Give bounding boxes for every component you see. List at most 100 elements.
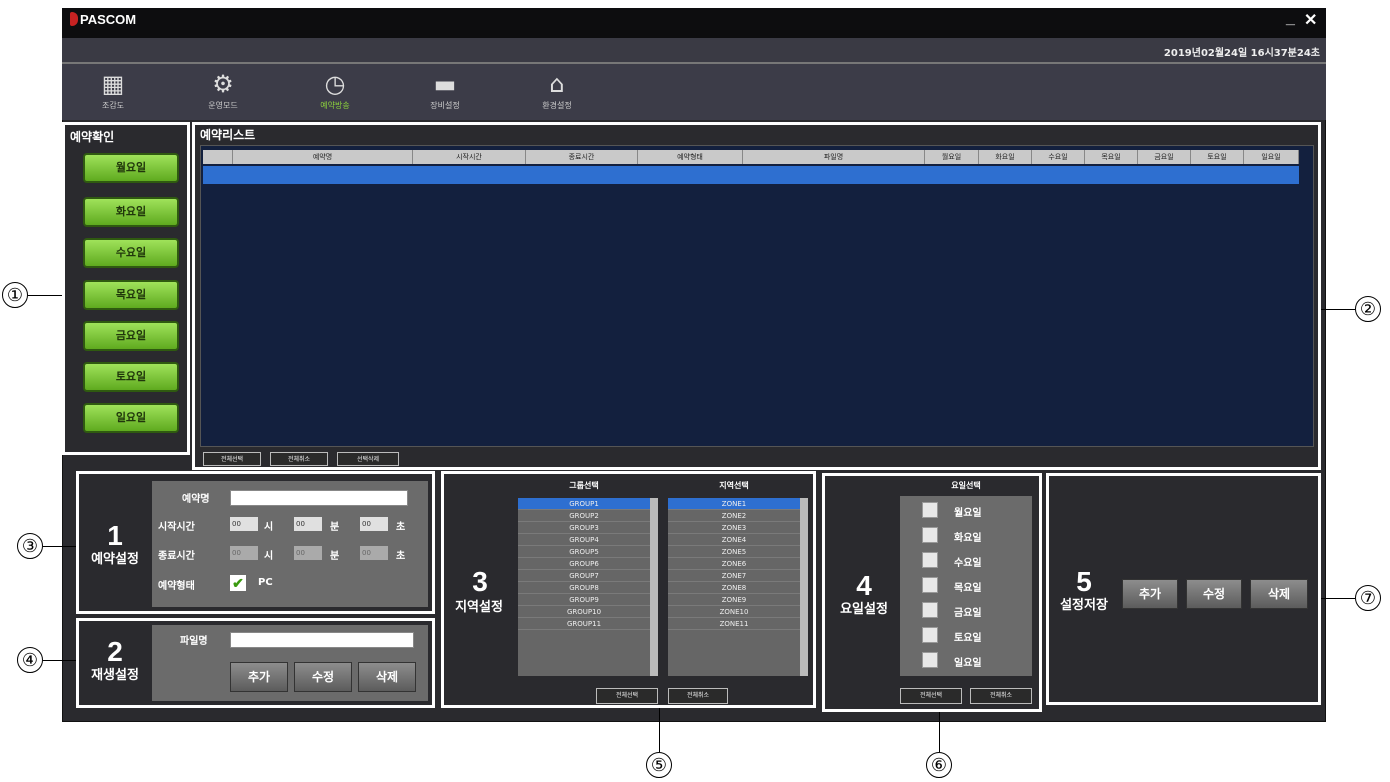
close-button[interactable]: ✕	[1304, 10, 1317, 30]
day-checkbox[interactable]	[922, 527, 938, 543]
select-all-button[interactable]: 전체선택	[203, 452, 261, 466]
group-list-item[interactable]: GROUP8	[518, 582, 650, 594]
end-min-select[interactable]: 00	[294, 546, 322, 560]
day-button-mon[interactable]: 월요일	[83, 153, 179, 183]
table-header[interactable]: 목요일	[1085, 150, 1138, 164]
day-checkbox-label: 수요일	[954, 558, 982, 569]
day-cancel-all-button[interactable]: 전체취소	[970, 688, 1032, 704]
zone-list-item[interactable]: ZONE5	[668, 546, 800, 558]
reserve-name-label: 예약명	[182, 494, 210, 505]
day-checkbox-label: 금요일	[954, 608, 982, 619]
group-list-item[interactable]: GROUP7	[518, 570, 650, 582]
save-add-button[interactable]: 추가	[1122, 579, 1178, 609]
group-list-item[interactable]: GROUP6	[518, 558, 650, 570]
zone-list-item[interactable]: ZONE3	[668, 522, 800, 534]
zone-list-item[interactable]: ZONE8	[668, 582, 800, 594]
toolbar-item-overview[interactable]: ▦ 조감도	[68, 66, 158, 118]
day-checkbox[interactable]	[922, 577, 938, 593]
group-list-item[interactable]: GROUP10	[518, 606, 650, 618]
file-name-input[interactable]	[230, 632, 414, 648]
zone-list-item[interactable]: ZONE1	[668, 498, 800, 510]
table-header[interactable]: 시작시간	[413, 150, 526, 164]
zone-list-item[interactable]: ZONE6	[668, 558, 800, 570]
zone-cancel-all-button[interactable]: 전체취소	[668, 688, 728, 704]
table-header[interactable]: 예약명	[233, 150, 413, 164]
table-header[interactable]: 화요일	[979, 150, 1032, 164]
callout-2: ②	[1355, 296, 1381, 322]
zone-select-all-button[interactable]: 전체선택	[596, 688, 658, 704]
zone-list-item[interactable]: ZONE2	[668, 510, 800, 522]
group-list-item[interactable]: GROUP1	[518, 498, 650, 510]
sec-unit: 초	[396, 551, 406, 562]
toolbar-item-environment[interactable]: ⌂ 환경설정	[512, 66, 602, 118]
zone-list-item[interactable]: ZONE7	[668, 570, 800, 582]
day-checkbox[interactable]	[922, 652, 938, 668]
table-header[interactable]: 종료시간	[526, 150, 638, 164]
day-select-all-button[interactable]: 전체선택	[900, 688, 962, 704]
save-delete-button[interactable]: 삭제	[1250, 579, 1308, 609]
group-list-item[interactable]: GROUP5	[518, 546, 650, 558]
day-button-sun[interactable]: 일요일	[83, 403, 179, 433]
delete-selected-button[interactable]: 선택삭제	[337, 452, 399, 466]
computer-icon: ▬	[433, 70, 457, 98]
day-checkbox[interactable]	[922, 602, 938, 618]
group-list-item[interactable]: GROUP2	[518, 510, 650, 522]
end-hour-select[interactable]: 00	[230, 546, 258, 560]
reserve-list-table[interactable]	[200, 145, 1314, 447]
day-checkbox[interactable]	[922, 627, 938, 643]
day-button-tue[interactable]: 화요일	[83, 197, 179, 227]
start-hour-select[interactable]: 00	[230, 517, 258, 531]
day-button-sat[interactable]: 토요일	[83, 362, 179, 392]
toolbar-label: 조감도	[101, 101, 125, 110]
save-edit-button[interactable]: 수정	[1186, 579, 1242, 609]
zone-list[interactable]: ZONE1 ZONE2 ZONE3 ZONE4 ZONE5 ZONE6 ZONE7 ZONE8…	[668, 498, 800, 676]
group-list[interactable]: GROUP1 GROUP2 GROUP3 GROUP4 GROUP5 GROUP6 GROU…	[518, 498, 650, 676]
hour-unit: 시	[264, 522, 274, 533]
table-header[interactable]: 일요일	[1244, 150, 1299, 164]
table-header[interactable]: 토요일	[1191, 150, 1244, 164]
day-checkbox[interactable]	[922, 502, 938, 518]
group-list-item[interactable]: GROUP9	[518, 594, 650, 606]
table-header[interactable]: 수요일	[1032, 150, 1085, 164]
zone-list-item[interactable]: ZONE11	[668, 618, 800, 630]
group-list-item[interactable]: GROUP11	[518, 618, 650, 630]
add-button[interactable]: 추가	[230, 662, 288, 692]
delete-button[interactable]: 삭제	[358, 662, 416, 692]
toolbar-item-operation[interactable]: ⚙ 운영모드	[178, 66, 268, 118]
toolbar-item-reservation[interactable]: ◷ 예약방송	[290, 66, 380, 118]
start-min-select[interactable]: 00	[294, 517, 322, 531]
group-list-item[interactable]: GROUP4	[518, 534, 650, 546]
zone-list-item[interactable]: ZONE9	[668, 594, 800, 606]
day-checkbox-label: 화요일	[954, 533, 982, 544]
edit-button[interactable]: 수정	[294, 662, 352, 692]
zone-list-item[interactable]: ZONE10	[668, 606, 800, 618]
min-unit: 분	[330, 522, 340, 533]
table-row-selected[interactable]	[203, 166, 1299, 184]
zone-scrollbar[interactable]	[800, 498, 808, 676]
table-header[interactable]: 금요일	[1138, 150, 1191, 164]
toolbar-item-device[interactable]: ▬ 장비설정	[400, 66, 490, 118]
callout-line	[659, 708, 660, 752]
day-checkbox-label: 일요일	[954, 658, 982, 669]
section-title: 설정저장	[1060, 598, 1108, 613]
start-sec-select[interactable]: 00	[360, 517, 388, 531]
group-scrollbar[interactable]	[650, 498, 658, 676]
minimize-button[interactable]: _	[1286, 10, 1295, 28]
end-sec-select[interactable]: 00	[360, 546, 388, 560]
building-icon: ▦	[101, 70, 125, 98]
day-button-wed[interactable]: 수요일	[83, 238, 179, 268]
table-header[interactable]: 월요일	[925, 150, 979, 164]
reserve-type-value: PC	[258, 577, 273, 588]
callout-6: ⑥	[926, 752, 952, 778]
day-button-fri[interactable]: 금요일	[83, 321, 179, 351]
cancel-all-button[interactable]: 전체취소	[270, 452, 328, 466]
group-list-item[interactable]: GROUP3	[518, 522, 650, 534]
zone-list-item[interactable]: ZONE4	[668, 534, 800, 546]
day-button-thu[interactable]: 목요일	[83, 280, 179, 310]
pc-checkbox-icon[interactable]: ✔	[230, 575, 246, 591]
table-header[interactable]: 예약형태	[638, 150, 743, 164]
section-title: 지역설정	[455, 600, 503, 615]
reserve-name-input[interactable]	[230, 490, 408, 506]
day-checkbox[interactable]	[922, 552, 938, 568]
table-header[interactable]: 파일명	[743, 150, 925, 164]
